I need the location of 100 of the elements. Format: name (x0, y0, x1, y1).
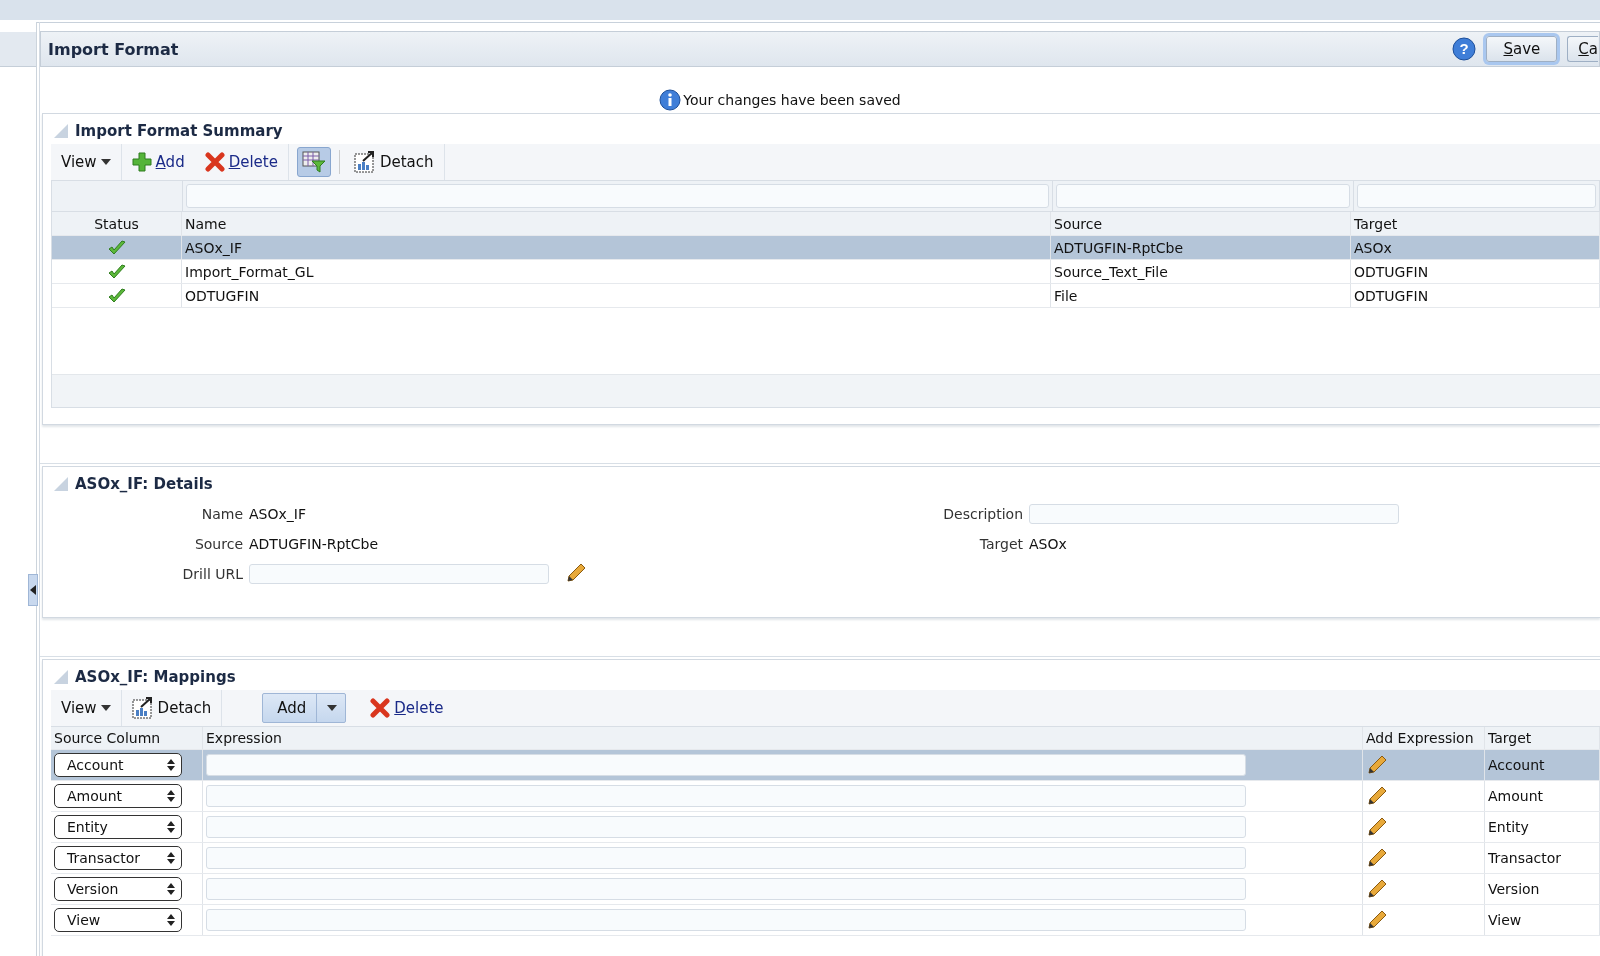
table-row[interactable]: Import_Format_GL Source_Text_File ODTUGFIN (52, 260, 1600, 284)
table-row[interactable]: Version Version (51, 874, 1600, 905)
spinner-arrows-icon (167, 789, 175, 803)
spinner-arrows-icon (167, 913, 175, 927)
table-cell: Source_Text_File (1051, 260, 1351, 283)
save-button[interactable]: Save (1486, 36, 1558, 62)
info-icon (659, 89, 682, 111)
table-cell: ASOx_IF (182, 236, 1051, 259)
delete-button[interactable]: Delete (194, 144, 289, 180)
filter-field[interactable] (186, 184, 1049, 208)
page-title: Import Format (48, 39, 179, 59)
section-title: ASOx_IF: Mappings (75, 668, 236, 686)
table-cell: ADTUGFIN-RptCbe (1051, 236, 1351, 259)
table-cell: ODTUGFIN (182, 284, 1051, 307)
cancel-button[interactable]: Ca (1567, 36, 1598, 62)
table-cell: ODTUGFIN (1351, 260, 1600, 283)
source-column-select[interactable]: Transactor (54, 846, 182, 870)
spinner-arrows-icon (167, 820, 175, 834)
pencil-icon[interactable] (1366, 816, 1388, 838)
table-cell: Import_Format_GL (182, 260, 1051, 283)
table-row[interactable]: Transactor Transactor (51, 843, 1600, 874)
detach-icon (353, 151, 376, 173)
table-cell: View (1485, 905, 1600, 935)
table-cell: Account (1485, 750, 1600, 780)
field-label: Drill URL (181, 566, 243, 582)
table-cell: Transactor (1485, 843, 1600, 873)
column-header[interactable]: Source Column (51, 727, 203, 749)
table-cell: Version (1485, 874, 1600, 904)
spinner-arrows-icon (167, 851, 175, 865)
spinner-arrows-icon (167, 882, 175, 896)
pencil-icon[interactable] (1366, 785, 1388, 807)
table-row[interactable]: View View (51, 905, 1600, 936)
caret-icon (327, 705, 338, 711)
source-column-select[interactable]: View (54, 908, 182, 932)
table-cell: Amount (1485, 781, 1600, 811)
field-value: ASOx (1029, 536, 1067, 552)
field-label: Description (942, 506, 1023, 522)
table-row[interactable]: Entity Entity (51, 812, 1600, 843)
table-row[interactable]: ODTUGFIN File ODTUGFIN (52, 284, 1600, 308)
checkmark-icon (107, 287, 126, 304)
pencil-icon[interactable] (1366, 878, 1388, 900)
column-header[interactable]: Source (1051, 212, 1351, 235)
caret-icon (100, 705, 111, 711)
collapse-icon[interactable] (53, 123, 69, 139)
collapse-icon[interactable] (53, 669, 69, 685)
source-column-select[interactable]: Entity (54, 815, 182, 839)
field-value: ASOx_IF (249, 506, 306, 522)
delete-icon (204, 152, 225, 172)
expression-field[interactable] (206, 909, 1246, 931)
table-row[interactable]: Account Account (51, 750, 1600, 781)
field-label: Name (200, 506, 243, 522)
drill-url-field[interactable] (249, 564, 549, 584)
section-title: ASOx_IF: Details (75, 475, 213, 493)
pencil-icon[interactable] (1366, 909, 1388, 931)
pencil-icon[interactable] (1366, 847, 1388, 869)
pencil-icon[interactable] (565, 561, 587, 584)
expression-field[interactable] (206, 847, 1246, 869)
collapse-icon[interactable] (53, 476, 69, 492)
column-header[interactable]: Add Expression (1363, 727, 1485, 749)
source-column-select[interactable]: Version (54, 877, 182, 901)
column-header[interactable]: Name (182, 212, 1051, 235)
checkmark-icon (107, 239, 126, 256)
add-button[interactable]: Add (121, 144, 195, 180)
caret-icon (100, 159, 111, 165)
detach-icon (131, 697, 154, 719)
expression-field[interactable] (206, 878, 1246, 900)
description-field[interactable] (1029, 504, 1399, 524)
field-value: ADTUGFIN-RptCbe (249, 536, 379, 552)
column-header[interactable]: Target (1351, 212, 1600, 235)
delete-button[interactable]: Delete (360, 690, 454, 726)
table-row[interactable]: ASOx_IF ADTUGFIN-RptCbe ASOx (52, 236, 1600, 260)
field-label: Target (978, 536, 1023, 552)
help-icon[interactable]: ? (1452, 37, 1477, 61)
table-cell: Entity (1485, 812, 1600, 842)
collapse-handle[interactable] (28, 574, 38, 606)
filter-field[interactable] (1056, 184, 1350, 208)
status-message: Your changes have been saved (683, 92, 901, 108)
expression-field[interactable] (206, 754, 1246, 776)
section-title: Import Format Summary (75, 122, 283, 140)
column-header[interactable]: Target (1485, 727, 1600, 749)
spinner-arrows-icon (167, 758, 175, 772)
field-label: Source (193, 536, 243, 552)
filter-field[interactable] (1357, 184, 1596, 208)
table-cell: File (1051, 284, 1351, 307)
source-column-select[interactable]: Account (54, 753, 182, 777)
view-menu[interactable]: View (51, 144, 122, 180)
detach-button[interactable]: Detach (343, 144, 445, 180)
delete-icon (370, 698, 391, 718)
add-dropdown-button[interactable]: Add (262, 693, 347, 723)
expression-field[interactable] (206, 816, 1246, 838)
pencil-icon[interactable] (1366, 754, 1388, 776)
plus-icon (131, 152, 152, 172)
checkmark-icon (107, 263, 126, 280)
filter-toggle-button[interactable] (296, 147, 331, 177)
table-cell: ASOx (1351, 236, 1600, 259)
source-column-select[interactable]: Amount (54, 784, 182, 808)
column-header[interactable]: Expression (203, 727, 1363, 749)
column-header[interactable]: Status (52, 212, 182, 235)
expression-field[interactable] (206, 785, 1246, 807)
table-row[interactable]: Amount Amount (51, 781, 1600, 812)
